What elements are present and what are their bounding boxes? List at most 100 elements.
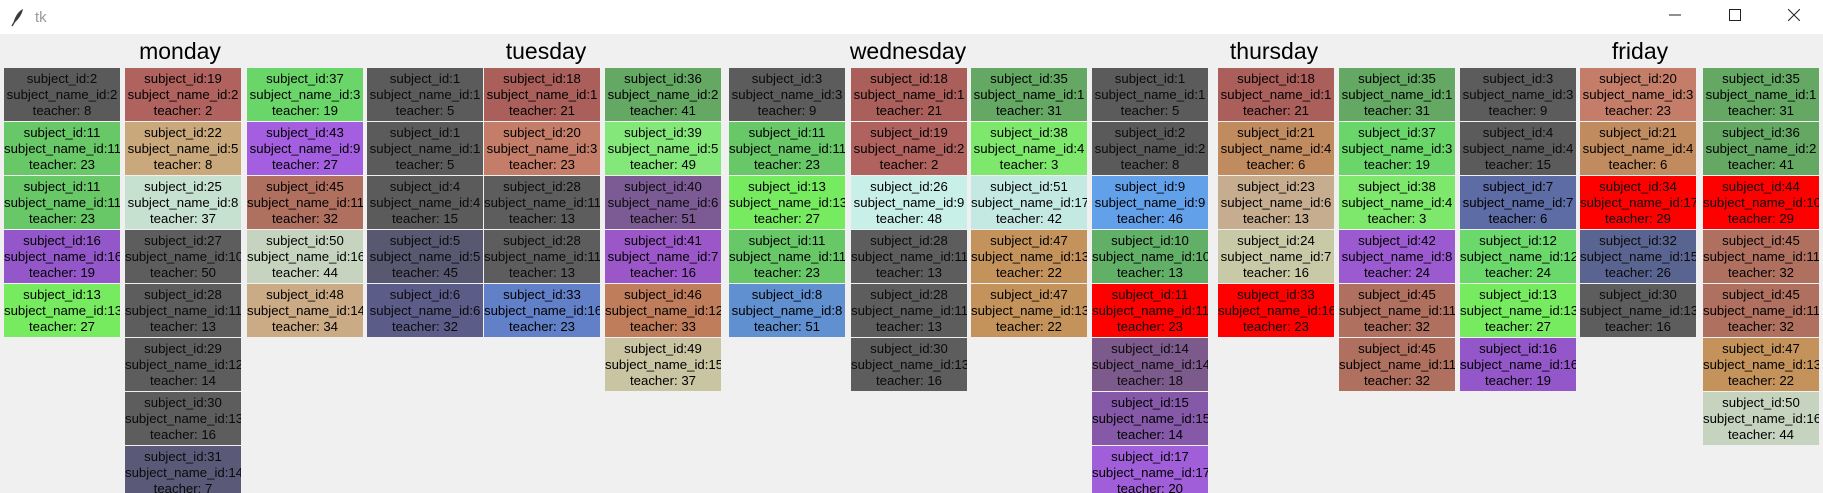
cell-subject-id: subject_id:18	[503, 71, 581, 86]
timetable-cell: subject_id:31 subject_name_id:14 teacher: …	[125, 446, 241, 493]
cell-subject-name: subject_name_id:4	[369, 195, 481, 210]
cell-teacher: teacher: 8	[1120, 157, 1180, 172]
cell-subject-name: subject_name_id:1	[973, 87, 1085, 102]
cell-subject-name: subject_name_id:4	[1582, 141, 1694, 156]
cell-subject-id: subject_id:33	[1237, 287, 1315, 302]
timetable-cell: subject_id:17 subject_name_id:17 teacher: …	[1092, 446, 1208, 493]
timetable-cell: subject_id:16 subject_name_id:16 teacher: …	[1460, 338, 1576, 391]
cell-subject-name: subject_name_id:3	[1462, 87, 1574, 102]
cell-subject-name: subject_name_id:11	[484, 195, 600, 210]
cell-subject-id: subject_id:30	[144, 395, 222, 410]
cell-subject-name: subject_name_id:11	[1339, 357, 1455, 372]
cell-teacher: teacher: 31	[1364, 103, 1430, 118]
cell-subject-name: subject_name_id:17	[971, 195, 1087, 210]
cell-subject-name: subject_name_id:13	[1580, 303, 1696, 318]
cell-subject-name: subject_name_id:15	[605, 357, 721, 372]
cell-subject-id: subject_id:11	[748, 125, 826, 140]
cell-subject-id: subject_id:7	[1482, 179, 1554, 194]
timetable-cell: subject_id:10 subject_name_id:10 teacher: …	[1092, 230, 1208, 283]
cell-subject-id: subject_id:22	[144, 125, 222, 140]
cell-subject-name: subject_name_id:11	[4, 195, 120, 210]
cell-teacher: teacher: 22	[996, 319, 1062, 334]
cell-subject-name: subject_name_id:8	[127, 195, 239, 210]
timetable-cell: subject_id:35 subject_name_id:1 teacher: 3…	[971, 68, 1087, 121]
timetable-cell: subject_id:35 subject_name_id:1 teacher: 3…	[1703, 68, 1819, 121]
cell-teacher: teacher: 32	[1728, 265, 1794, 280]
minimize-button[interactable]	[1646, 0, 1704, 34]
cell-subject-name: subject_name_id:9	[249, 141, 361, 156]
cell-subject-name: subject_name_id:3	[486, 141, 598, 156]
cell-subject-name: subject_name_id:11	[851, 249, 967, 264]
cell-subject-name: subject_name_id:3	[1582, 87, 1694, 102]
timetable-cell: subject_id:23 subject_name_id:6 teacher: 1…	[1218, 176, 1334, 229]
timetable-cell: subject_id:19 subject_name_id:2 teacher: 2	[851, 122, 967, 175]
timetable-cell: subject_id:46 subject_name_id:12 teacher: …	[605, 284, 721, 337]
cell-subject-name: subject_name_id:11	[484, 249, 600, 264]
timetable-cell: subject_id:45 subject_name_id:11 teacher: …	[1703, 230, 1819, 283]
cell-teacher: teacher: 32	[1364, 319, 1430, 334]
cell-teacher: teacher: 23	[754, 265, 820, 280]
timetable-cell: subject_id:11 subject_name_id:11 teacher: …	[4, 122, 120, 175]
cell-subject-id: subject_id:1	[389, 71, 461, 86]
cell-subject-id: subject_id:38	[1358, 179, 1436, 194]
cell-teacher: teacher: 44	[272, 265, 338, 280]
cell-teacher: teacher: 9	[1488, 103, 1548, 118]
cell-teacher: teacher: 26	[1605, 265, 1671, 280]
cell-subject-id: subject_id:1	[389, 125, 461, 140]
timetable-cell: subject_id:13 subject_name_id:13 teacher: …	[4, 284, 120, 337]
timetable-cell: subject_id:4 subject_name_id:4 teacher: 15	[1460, 122, 1576, 175]
timetable-cell: subject_id:33 subject_name_id:16 teacher: …	[484, 284, 600, 337]
timetable-cell: subject_id:21 subject_name_id:4 teacher: 6	[1218, 122, 1334, 175]
cell-subject-id: subject_id:28	[503, 179, 581, 194]
maximize-button[interactable]	[1706, 0, 1764, 34]
cell-subject-name: subject_name_id:16	[484, 303, 600, 318]
cell-subject-id: subject_id:3	[1482, 71, 1554, 86]
timetable-cell: subject_id:26 subject_name_id:9 teacher: 4…	[851, 176, 967, 229]
cell-subject-name: subject_name_id:2	[1705, 141, 1817, 156]
timetable-cell: subject_id:11 subject_name_id:11 teacher: …	[1092, 284, 1208, 337]
timetable-cell: subject_id:28 subject_name_id:11 teacher: …	[484, 230, 600, 283]
cell-subject-id: subject_id:5	[389, 233, 461, 248]
timetable-cell: subject_id:13 subject_name_id:13 teacher: …	[729, 176, 845, 229]
cell-subject-name: subject_name_id:9	[1094, 195, 1206, 210]
cell-subject-name: subject_name_id:10	[1092, 249, 1208, 264]
cell-subject-id: subject_id:37	[266, 71, 344, 86]
cell-subject-id: subject_id:1	[1114, 71, 1186, 86]
cell-subject-name: subject_name_id:11	[4, 141, 120, 156]
cell-subject-name: subject_name_id:11	[1339, 303, 1455, 318]
cell-teacher: teacher: 3	[1367, 211, 1427, 226]
close-button[interactable]	[1765, 0, 1823, 34]
cell-subject-id: subject_id:47	[990, 233, 1068, 248]
cell-subject-id: subject_id:45	[1358, 287, 1436, 302]
timetable-cell: subject_id:37 subject_name_id:3 teacher: 1…	[247, 68, 363, 121]
timetable-cell: subject_id:28 subject_name_id:11 teacher: …	[484, 176, 600, 229]
cell-teacher: teacher: 19	[29, 265, 95, 280]
cell-subject-name: subject_name_id:1	[853, 87, 965, 102]
cell-subject-name: subject_name_id:3	[1341, 141, 1453, 156]
cell-subject-id: subject_id:31	[144, 449, 222, 464]
cell-teacher: teacher: 46	[1117, 211, 1183, 226]
timetable-cell: subject_id:18 subject_name_id:1 teacher: 2…	[851, 68, 967, 121]
cell-subject-id: subject_id:45	[266, 179, 344, 194]
cell-subject-name: subject_name_id:7	[1462, 195, 1574, 210]
cell-teacher: teacher: 2	[153, 103, 213, 118]
cell-teacher: teacher: 32	[392, 319, 458, 334]
cell-subject-id: subject_id:35	[990, 71, 1068, 86]
cell-subject-name: subject_name_id:14	[125, 465, 241, 480]
cell-subject-id: subject_id:24	[1237, 233, 1315, 248]
cell-teacher: teacher: 13	[150, 319, 216, 334]
cell-subject-id: subject_id:45	[1722, 233, 1800, 248]
cell-teacher: teacher: 13	[509, 211, 575, 226]
timetable-cell: subject_id:25 subject_name_id:8 teacher: 3…	[125, 176, 241, 229]
day-heading-friday: friday	[1611, 38, 1669, 64]
timetable-cell: subject_id:1 subject_name_id:1 teacher: 5	[1092, 68, 1208, 121]
cell-teacher: teacher: 50	[150, 265, 216, 280]
cell-teacher: teacher: 45	[392, 265, 458, 280]
cell-subject-name: subject_name_id:11	[729, 141, 845, 156]
cell-subject-name: subject_name_id:13	[125, 411, 241, 426]
cell-teacher: teacher: 42	[996, 211, 1062, 226]
cell-subject-name: subject_name_id:2	[853, 141, 965, 156]
cell-subject-id: subject_id:40	[624, 179, 702, 194]
timetable-cell: subject_id:2 subject_name_id:2 teacher: 8	[4, 68, 120, 121]
cell-teacher: teacher: 32	[1728, 319, 1794, 334]
